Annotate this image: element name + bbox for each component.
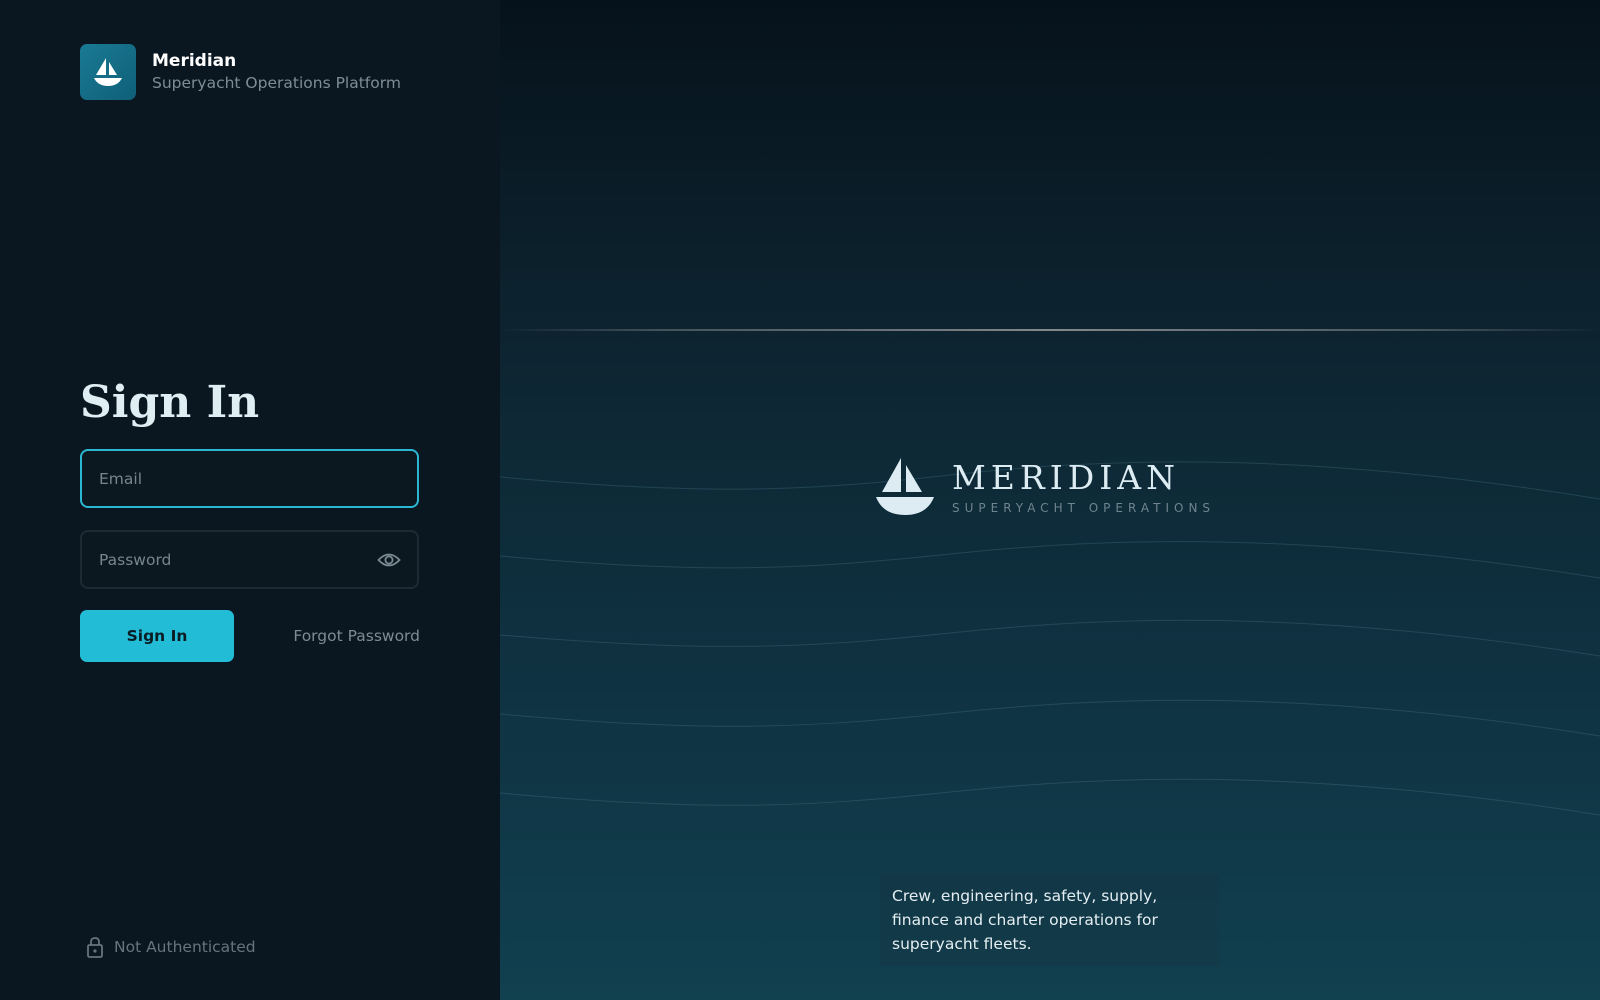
hero-panel: MERIDIAN SUPERYACHT OPERATIONS Crew, eng… (500, 0, 1600, 1000)
auth-status-label: Not Authenticated (114, 938, 256, 956)
forgot-password-link[interactable]: Forgot Password (260, 625, 420, 647)
sailboat-icon (876, 458, 934, 515)
password-field[interactable] (82, 532, 417, 587)
brand-logo (80, 44, 136, 100)
brand-tagline: Superyacht Operations Platform (152, 73, 401, 92)
sailboat-icon (94, 58, 122, 86)
login-panel: Meridian Superyacht Operations Platform … (0, 0, 500, 1000)
email-field-container (80, 449, 419, 508)
brand-header: Meridian Superyacht Operations Platform (80, 44, 401, 100)
hero-logo: MERIDIAN SUPERYACHT OPERATIONS (874, 455, 1215, 519)
sign-in-button[interactable]: Sign In (80, 610, 234, 662)
password-field-container (80, 530, 419, 589)
hero-subtitle: SUPERYACHT OPERATIONS (952, 501, 1216, 515)
hero-title: MERIDIAN (952, 458, 1180, 497)
auth-status: Not Authenticated (86, 936, 256, 958)
hero-caption: Crew, engineering, safety, supply, finan… (880, 874, 1220, 966)
lock-icon (87, 937, 103, 958)
eye-icon[interactable] (377, 550, 401, 570)
brand-name: Meridian (152, 50, 237, 71)
email-field[interactable] (82, 451, 417, 506)
page-title: Sign In (80, 377, 260, 428)
